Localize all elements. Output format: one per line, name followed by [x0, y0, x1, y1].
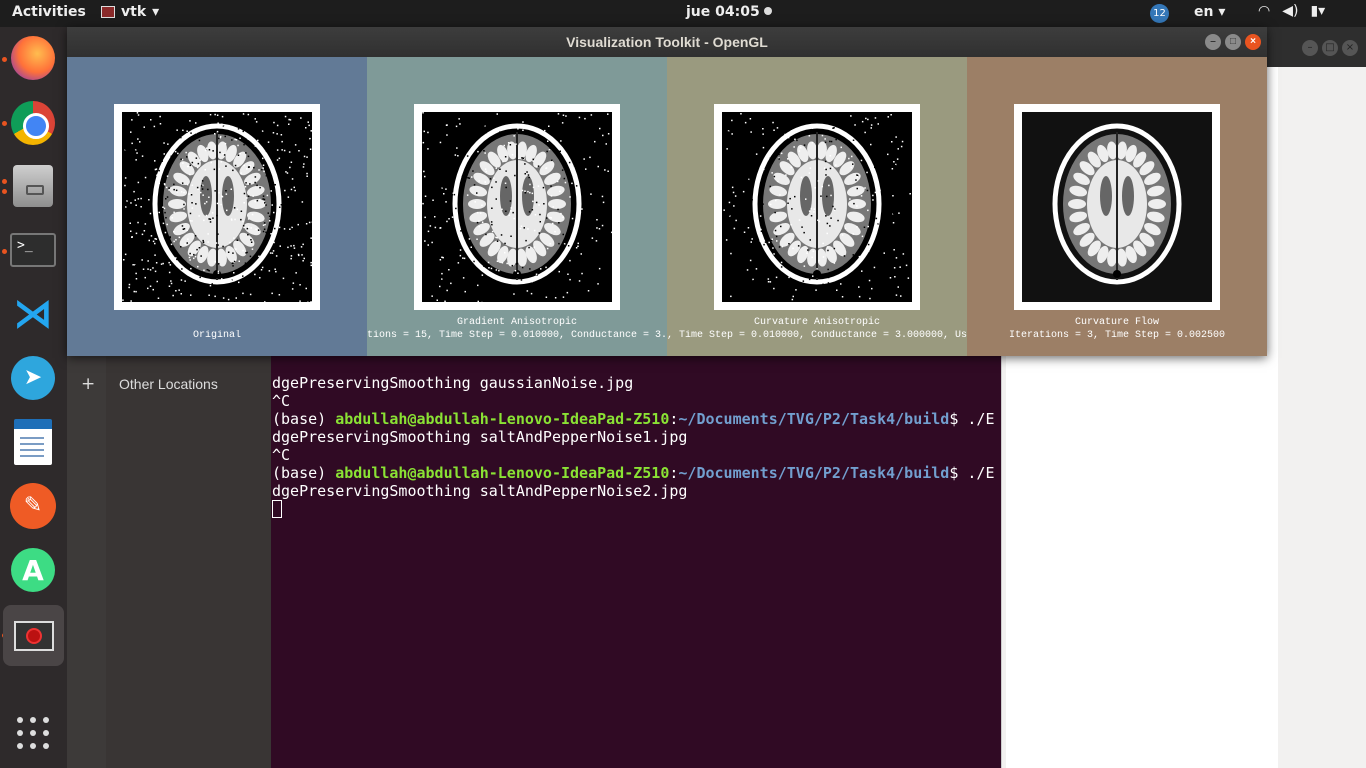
- terminal-prompt-line: (base) abdullah@abdullah-Lenovo-IdeaPad-…: [272, 410, 1001, 428]
- running-indicator-icon: [2, 179, 7, 184]
- wifi-icon: ◠: [1258, 3, 1271, 19]
- window-title: Visualization Toolkit - OpenGL: [566, 34, 768, 50]
- viewport-caption: Iterations = 3, Time Step = 0.002500: [1008, 330, 1226, 341]
- sidebar-item-other-locations[interactable]: Other Locations: [119, 376, 218, 392]
- mri-image: [722, 112, 912, 302]
- running-indicator-icon: [2, 121, 7, 126]
- files-sidebar: + Other Locations: [67, 356, 271, 768]
- image-frame: [414, 104, 620, 310]
- terminal-output[interactable]: dgePreservingSmoothing gaussianNoise.jpg…: [271, 356, 1001, 768]
- clock[interactable]: jue 04:05: [686, 4, 772, 20]
- vtk-window[interactable]: Visualization Toolkit - OpenGL – □ × Ori…: [67, 27, 1267, 356]
- prompt-command: $ ./E: [949, 410, 995, 428]
- dock-vscode[interactable]: ⋊: [8, 289, 58, 339]
- terminal-cursor-line[interactable]: [272, 500, 1001, 518]
- app-menu[interactable]: vtk ▾: [101, 4, 159, 20]
- running-indicator-icon: [2, 189, 7, 194]
- minimize-button[interactable]: –: [1205, 34, 1221, 50]
- running-indicator-icon: [2, 249, 7, 254]
- close-icon[interactable]: ×: [1342, 40, 1358, 56]
- viewport-gradient-anisotropic[interactable]: Gradient Anisotropic tions = 15, Time St…: [367, 57, 667, 356]
- system-menu[interactable]: ◠ ◀) ▮▾: [1258, 3, 1325, 19]
- postman-icon: ✎: [10, 483, 56, 529]
- window-titlebar[interactable]: Visualization Toolkit - OpenGL – □ ×: [67, 27, 1267, 57]
- maximize-icon[interactable]: □: [1322, 40, 1338, 56]
- top-bar: Activities vtk ▾ jue 04:05 12 en ▾ ◠ ◀) …: [0, 0, 1366, 27]
- clock-label: jue 04:05: [686, 4, 760, 20]
- dock: >_ ⋊ ➤ ✎: [0, 27, 67, 768]
- prompt-prefix: (base): [272, 464, 336, 482]
- telegram-icon: ➤: [11, 356, 55, 400]
- prompt-user-host: abdullah@abdullah-Lenovo-IdeaPad-Z510: [335, 464, 670, 482]
- image-frame: [714, 104, 920, 310]
- viewport-curvature-flow[interactable]: Curvature Flow Iterations = 3, Time Step…: [967, 57, 1267, 356]
- language-label: en: [1194, 4, 1214, 20]
- show-applications-grid-icon[interactable]: [17, 717, 49, 749]
- firefox-icon: [11, 36, 55, 80]
- files-icon: [13, 165, 53, 207]
- chevron-down-icon: ▾: [1218, 4, 1226, 20]
- running-indicator-icon: [2, 57, 7, 62]
- notification-dot-icon: [763, 7, 772, 15]
- mri-image: [422, 112, 612, 302]
- terminal-prompt-line: (base) abdullah@abdullah-Lenovo-IdeaPad-…: [272, 464, 1001, 482]
- dock-postman[interactable]: ✎: [8, 481, 58, 531]
- activities-button[interactable]: Activities: [12, 4, 86, 20]
- dock-chrome[interactable]: [8, 98, 58, 148]
- prompt-prefix: (base): [272, 410, 336, 428]
- language-menu[interactable]: en ▾: [1194, 4, 1225, 20]
- mri-image: [1022, 112, 1212, 302]
- plus-icon[interactable]: +: [81, 374, 95, 394]
- chevron-down-icon: ▾: [152, 4, 160, 20]
- image-frame: [1014, 104, 1220, 310]
- dock-vtk[interactable]: [3, 605, 64, 666]
- terminal-line: ^C: [272, 446, 291, 464]
- terminal-line: dgePreservingSmoothing saltAndPepperNois…: [272, 428, 688, 446]
- minimize-icon[interactable]: –: [1302, 40, 1318, 56]
- terminal-icon: >_: [10, 233, 56, 267]
- libreoffice-writer-icon: [14, 419, 52, 465]
- prompt-user-host: abdullah@abdullah-Lenovo-IdeaPad-Z510: [335, 410, 670, 428]
- sidebar-strip: [67, 356, 106, 768]
- terminal-line: dgePreservingSmoothing gaussianNoise.jpg: [272, 374, 634, 392]
- battery-icon: ▮▾: [1310, 3, 1326, 19]
- close-button[interactable]: ×: [1245, 34, 1261, 50]
- vscode-icon: ⋊: [13, 291, 53, 337]
- viewport-caption: , Time Step = 0.010000, Conductance = 3.…: [667, 330, 967, 341]
- dock-firefox[interactable]: [8, 33, 58, 83]
- vtk-app-icon: [13, 620, 54, 651]
- viewport-title: Gradient Anisotropic: [456, 317, 578, 328]
- terminal-line: ^C: [272, 392, 291, 410]
- vtk-app-icon: [101, 6, 115, 18]
- viewport-curvature-anisotropic[interactable]: Curvature Anisotropic , Time Step = 0.01…: [667, 57, 967, 356]
- prompt-path: ~/Documents/TVG/P2/Task4/build: [678, 410, 950, 428]
- dock-android-studio[interactable]: [8, 545, 58, 595]
- viewport-caption: Original: [192, 330, 241, 341]
- prompt-path: ~/Documents/TVG/P2/Task4/build: [678, 464, 950, 482]
- app-menu-label: vtk: [121, 4, 147, 20]
- viewport-title: Curvature Anisotropic: [753, 317, 881, 328]
- dock-writer[interactable]: [8, 417, 58, 467]
- viewport-title: Curvature Flow: [1074, 317, 1159, 328]
- prompt-command: $ ./E: [949, 464, 995, 482]
- android-studio-icon: [11, 548, 55, 592]
- dock-telegram[interactable]: ➤: [8, 353, 58, 403]
- image-frame: [114, 104, 320, 310]
- text-cursor: [272, 500, 282, 518]
- dock-terminal[interactable]: >_: [8, 225, 58, 275]
- mri-image: [122, 112, 312, 302]
- chrome-icon: [11, 101, 55, 145]
- viewport-original[interactable]: Original: [67, 57, 367, 356]
- notifications-badge[interactable]: 12: [1150, 4, 1169, 23]
- viewport-caption: tions = 15, Time Step = 0.010000, Conduc…: [367, 330, 667, 341]
- dock-files[interactable]: [8, 161, 58, 211]
- maximize-button[interactable]: □: [1225, 34, 1241, 50]
- volume-icon: ◀): [1282, 3, 1299, 19]
- terminal-line: dgePreservingSmoothing saltAndPepperNois…: [272, 482, 688, 500]
